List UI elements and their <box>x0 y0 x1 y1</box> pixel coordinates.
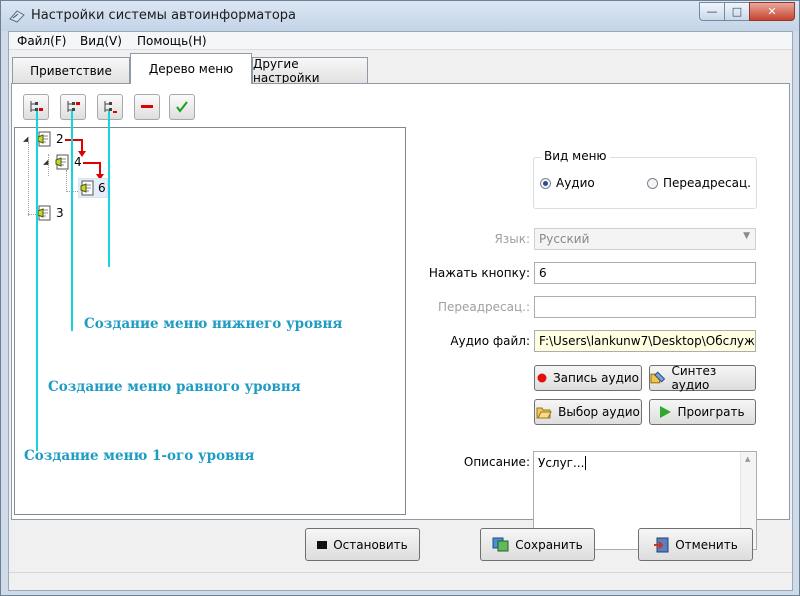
tree-expand-icon[interactable]: ◢ <box>23 135 31 143</box>
menu-node-icon <box>37 131 51 147</box>
add-equal-level-button[interactable] <box>60 94 86 120</box>
audio-radio-label: Аудио <box>556 176 595 190</box>
record-audio-label: Запись аудио <box>552 371 640 385</box>
language-value: Русский <box>539 232 590 246</box>
status-bar <box>9 572 792 590</box>
delete-node-button[interactable] <box>134 94 160 120</box>
redirect-radio-label: Переадресац. <box>663 176 751 190</box>
window-client: Файл(F) Вид(V) Помощь(H) Приветствие Дер… <box>8 31 793 591</box>
tab-strip: Приветствие Дерево меню Другие настройки <box>9 53 792 85</box>
minus-icon <box>141 105 153 108</box>
scroll-up-icon[interactable]: ▲ <box>745 455 750 463</box>
save-icon <box>492 537 509 552</box>
maximize-button[interactable]: □ <box>724 2 750 21</box>
redirect-radio[interactable] <box>647 178 658 189</box>
tree-sibling-icon <box>67 101 80 112</box>
redirect-field[interactable] <box>534 296 756 318</box>
choose-audio-button[interactable]: Выбор аудио <box>534 399 642 425</box>
tree-child-icon <box>104 101 117 113</box>
close-button[interactable]: ✕ <box>749 2 795 21</box>
stop-label: Остановить <box>333 537 408 552</box>
audio-file-label: Аудио файл: <box>450 334 530 348</box>
close-icon: ✕ <box>767 5 777 18</box>
description-value: Услуг... <box>538 456 585 470</box>
stop-button[interactable]: Остановить <box>305 528 420 561</box>
play-icon <box>660 406 672 418</box>
menu-type-title: Вид меню <box>541 149 610 163</box>
add-lower-level-button[interactable] <box>97 94 123 120</box>
tab-greeting[interactable]: Приветствие <box>12 57 130 83</box>
choose-audio-label: Выбор аудио <box>558 405 640 419</box>
tab-other-settings[interactable]: Другие настройки <box>252 57 368 85</box>
audio-file-field[interactable]: F:\Users\lankunw7\Desktop\Обслужива <box>534 330 756 352</box>
redirect-label: Переадресац.: <box>437 300 530 314</box>
minimize-icon: — <box>706 5 718 18</box>
menu-help[interactable]: Помощь(H) <box>137 34 207 48</box>
menu-bar: Файл(F) Вид(V) Помощь(H) <box>9 32 792 50</box>
menu-file[interactable]: Файл(F) <box>17 34 66 48</box>
window-title: Настройки системы автоинформатора <box>31 8 297 23</box>
check-icon <box>176 101 188 113</box>
synthesize-icon <box>650 371 666 384</box>
play-button[interactable]: Проиграть <box>649 399 756 425</box>
record-icon <box>537 373 547 383</box>
tree-node-label[interactable]: 4 <box>74 155 82 169</box>
annotation-guide-line <box>36 111 38 451</box>
maximize-icon: □ <box>731 5 743 18</box>
title-bar: Настройки системы автоинформатора — □ ✕ <box>1 1 799 31</box>
tab-menu-tree[interactable]: Дерево меню <box>130 53 252 84</box>
tree-node-label[interactable]: 6 <box>98 181 106 195</box>
tree-line <box>28 142 29 216</box>
tree-node-label[interactable]: 2 <box>56 132 64 146</box>
annotation-lower-level: Создание меню нижнего уровня <box>84 316 343 332</box>
cancel-button[interactable]: Отменить <box>638 528 753 561</box>
play-label: Проиграть <box>677 405 745 419</box>
press-button-label: Нажать кнопку: <box>428 266 530 280</box>
cancel-icon <box>654 537 669 552</box>
audio-radio[interactable] <box>540 178 551 189</box>
minimize-button[interactable]: — <box>699 2 725 21</box>
record-audio-button[interactable]: Запись аудио <box>534 365 642 391</box>
menu-tree-panel: ◢ 2 ◢ 4 6 3 Создание меню нижнего уровня… <box>11 83 790 550</box>
menu-view[interactable]: Вид(V) <box>80 34 122 48</box>
save-label: Сохранить <box>515 537 583 552</box>
confirm-button[interactable] <box>169 94 195 120</box>
annotation-guide-line <box>71 111 73 331</box>
press-button-field[interactable]: 6 <box>534 262 756 284</box>
annotation-guide-line <box>108 111 110 267</box>
save-button[interactable]: Сохранить <box>480 528 595 561</box>
chevron-down-icon: ▼ <box>743 231 750 241</box>
stop-icon <box>317 540 328 549</box>
annotation-equal-level: Создание меню равного уровня <box>48 379 301 395</box>
menu-node-icon <box>55 154 69 170</box>
tree-line <box>66 170 67 192</box>
menu-type-group: Вид меню Аудио Переадресац. <box>533 149 757 209</box>
menu-node-icon <box>80 180 94 196</box>
language-label: Язык: <box>494 232 530 246</box>
app-window: Настройки системы автоинформатора — □ ✕ … <box>0 0 800 596</box>
cancel-label: Отменить <box>675 537 738 552</box>
tree-node-label[interactable]: 3 <box>56 206 64 220</box>
annotation-first-level: Создание меню 1-ого уровня <box>24 448 255 464</box>
menu-node-icon <box>37 205 51 221</box>
language-select: Русский ▼ <box>534 228 756 250</box>
app-icon <box>9 10 25 23</box>
synthesize-audio-button[interactable]: Синтез аудио <box>649 364 756 392</box>
tree-expand-icon[interactable]: ◢ <box>43 158 51 166</box>
description-label: Описание: <box>463 455 530 469</box>
synthesize-audio-label: Синтез аудио <box>671 364 717 392</box>
folder-open-icon <box>536 407 552 418</box>
